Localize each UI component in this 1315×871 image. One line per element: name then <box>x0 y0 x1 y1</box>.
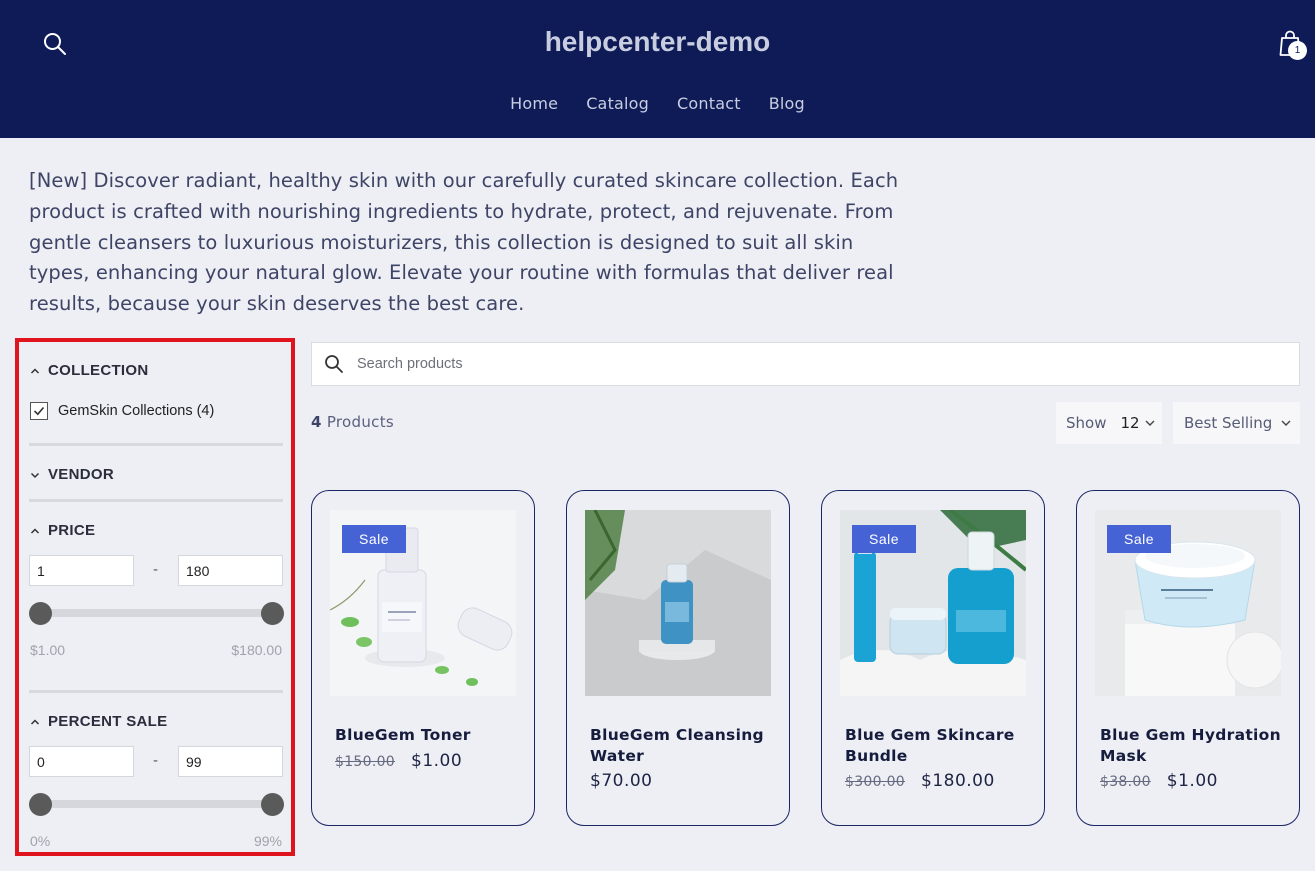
filter-percent-sale-toggle[interactable]: PERCENT SALE <box>30 713 167 730</box>
product-count-label: Products <box>326 413 394 431</box>
product-card[interactable]: Sale Blue Gem Hydration Mask $38.00 $1.0… <box>1076 490 1300 826</box>
product-count-number: 4 <box>311 413 322 431</box>
product-name[interactable]: Blue Gem Skincare Bundle <box>845 725 1035 766</box>
chevron-down-icon <box>30 472 40 478</box>
percent-min-input[interactable] <box>29 746 134 777</box>
collection-checkbox[interactable] <box>30 402 48 420</box>
site-header: helpcenter-demo 1 Home Catalog Contact B… <box>0 0 1315 138</box>
product-price: $70.00 <box>590 771 653 791</box>
product-price: $180.00 <box>921 771 995 791</box>
chevron-up-icon <box>30 367 40 374</box>
product-old-price: $38.00 <box>1100 774 1151 790</box>
cart-count-badge: 1 <box>1288 41 1307 60</box>
search-icon <box>325 355 343 373</box>
filter-vendor-title: VENDOR <box>48 466 114 483</box>
chevron-down-icon <box>1281 420 1291 426</box>
price-min-input[interactable] <box>29 555 134 586</box>
price-max-input[interactable] <box>178 555 283 586</box>
product-prices: $150.00 $1.00 <box>335 751 462 771</box>
product-card[interactable]: Sale Blue Gem Skincare Bundle $300.00 $1… <box>821 490 1045 826</box>
product-name[interactable]: Blue Gem Hydration Mask <box>1100 725 1290 766</box>
nav-catalog[interactable]: Catalog <box>586 94 649 113</box>
product-price: $1.00 <box>411 751 463 771</box>
filter-percent-sale-title: PERCENT SALE <box>48 713 168 730</box>
percent-max-input[interactable] <box>178 746 283 777</box>
collection-option-label: GemSkin Collections (4) <box>58 403 215 419</box>
filter-divider <box>29 443 283 446</box>
product-old-price: $300.00 <box>845 774 905 790</box>
sale-badge: Sale <box>342 525 406 553</box>
show-value-text: 12 <box>1120 414 1140 432</box>
product-name[interactable]: BlueGem Toner <box>335 725 525 746</box>
product-price: $1.00 <box>1166 771 1218 791</box>
product-count: 4 Products <box>311 413 394 431</box>
sort-select[interactable]: Best Selling <box>1173 402 1300 444</box>
filter-collection-title: COLLECTION <box>48 362 149 379</box>
product-prices: $38.00 $1.00 <box>1100 771 1218 791</box>
nav-blog[interactable]: Blog <box>769 94 805 113</box>
percent-max-label: 99% <box>253 833 282 849</box>
product-image[interactable] <box>585 510 771 696</box>
percent-slider-max-handle[interactable] <box>261 793 284 816</box>
collection-description: [New] Discover radiant, healthy skin wit… <box>29 169 899 316</box>
nav-home[interactable]: Home <box>510 94 558 113</box>
price-separator: - <box>153 562 159 578</box>
show-value: 12 <box>1120 414 1155 432</box>
filter-sidebar: COLLECTION GemSkin Collections (4) VENDO… <box>15 338 295 856</box>
sale-badge: Sale <box>1107 525 1171 553</box>
chevron-up-icon <box>30 718 40 725</box>
percent-min-label: 0% <box>30 833 51 849</box>
filter-collection-toggle[interactable]: COLLECTION <box>30 362 149 379</box>
product-prices: $300.00 $180.00 <box>845 771 995 791</box>
product-old-price: $150.00 <box>335 754 395 770</box>
product-name[interactable]: BlueGem Cleansing Water <box>590 725 780 766</box>
filter-price-toggle[interactable]: PRICE <box>30 522 95 539</box>
product-card[interactable]: Sale BlueGem Toner $150.00 $1.00 <box>311 490 535 826</box>
filter-vendor-toggle[interactable]: VENDOR <box>30 466 114 483</box>
product-search-box <box>311 342 1300 386</box>
filter-collection-option[interactable]: GemSkin Collections (4) <box>30 402 214 420</box>
filter-divider <box>29 499 283 502</box>
chevron-up-icon <box>30 527 40 534</box>
percent-slider-min-handle[interactable] <box>29 793 52 816</box>
percent-separator: - <box>153 753 159 769</box>
main-nav: Home Catalog Contact Blog <box>0 94 1315 113</box>
percent-slider-track[interactable] <box>41 800 273 808</box>
price-slider-min-handle[interactable] <box>29 602 52 625</box>
product-search-input[interactable] <box>357 356 1299 372</box>
price-slider-max-handle[interactable] <box>261 602 284 625</box>
price-min-label: $1.00 <box>30 642 66 658</box>
show-per-page-select[interactable]: Show 12 <box>1056 402 1162 444</box>
sort-value: Best Selling <box>1184 414 1273 432</box>
sale-badge: Sale <box>852 525 916 553</box>
filter-divider <box>29 690 283 693</box>
product-prices: $70.00 <box>590 771 652 791</box>
price-max-label: $180.00 <box>231 642 282 658</box>
chevron-down-icon <box>1145 420 1155 426</box>
product-card[interactable]: BlueGem Cleansing Water $70.00 <box>566 490 790 826</box>
price-slider-track[interactable] <box>41 609 273 617</box>
site-title[interactable]: helpcenter-demo <box>0 26 1315 58</box>
nav-contact[interactable]: Contact <box>677 94 741 113</box>
show-label: Show <box>1066 414 1107 432</box>
checkmark-icon <box>33 406 45 416</box>
filter-price-title: PRICE <box>48 522 96 539</box>
